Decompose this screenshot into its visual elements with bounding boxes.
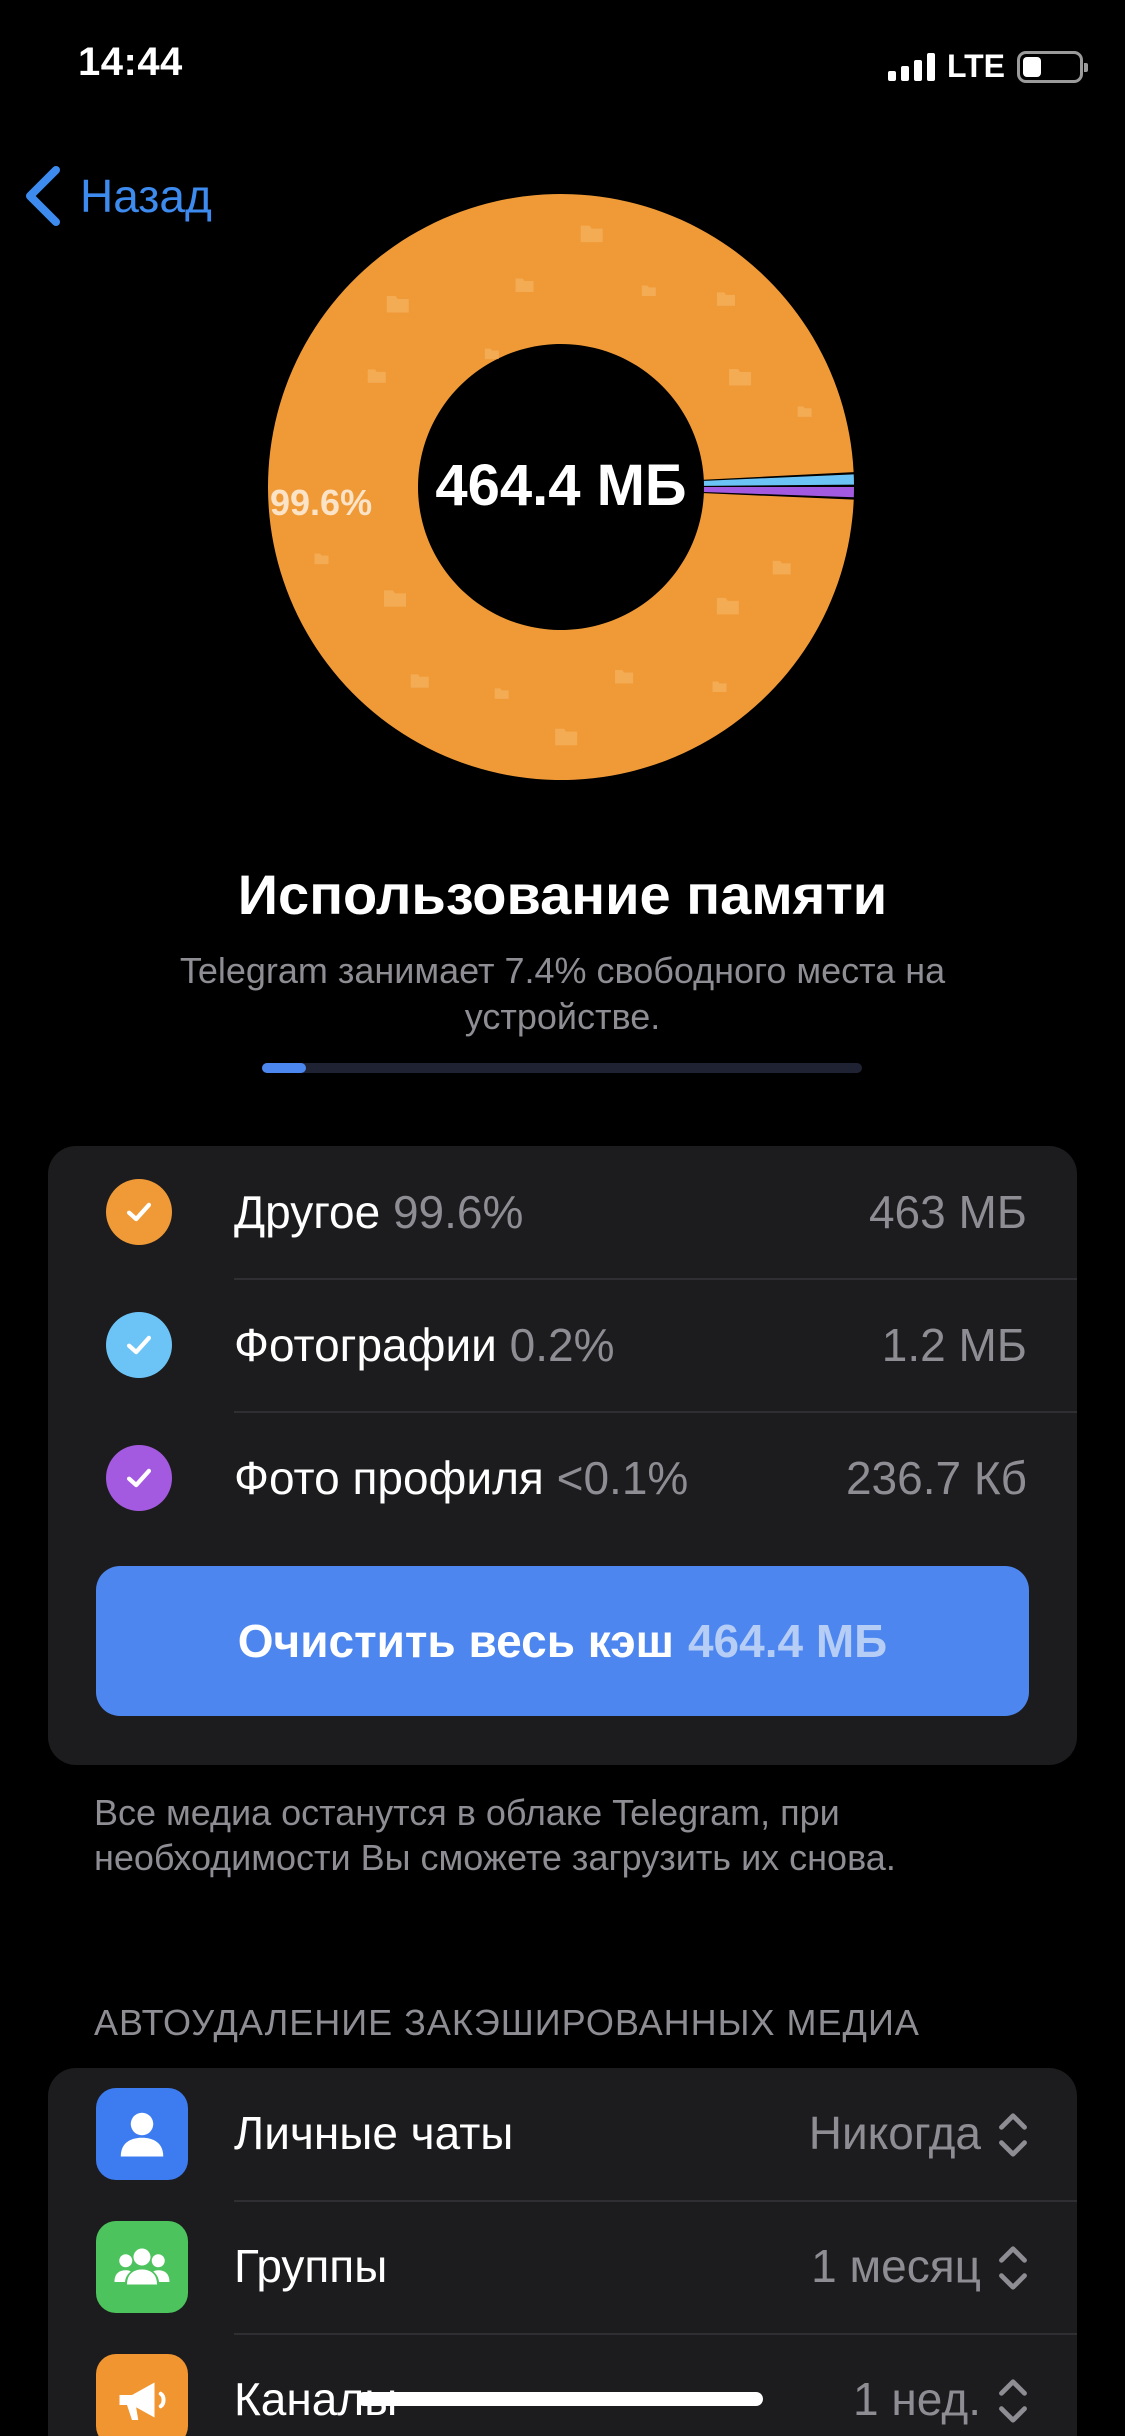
battery-icon <box>1017 50 1088 83</box>
auto-delete-row-channels[interactable]: Каналы 1 нед. <box>48 2334 1077 2436</box>
signal-icon <box>887 52 935 81</box>
auto-delete-row-private-chats[interactable]: Личные чаты Никогда <box>48 2068 1077 2200</box>
back-label: Назад <box>80 170 212 222</box>
auto-delete-row-label: Личные чаты <box>234 2107 514 2159</box>
page-subtitle: Telegram занимает 7.4% свободного места … <box>179 950 946 1037</box>
storage-row-label: Фото профиля <0.1% <box>234 1452 689 1504</box>
checkmark-icon[interactable] <box>106 1312 172 1378</box>
battery-level <box>1023 56 1042 77</box>
storage-row-label: Другое 99.6% <box>234 1186 524 1238</box>
chevron-updown-icon <box>999 2379 1027 2423</box>
storage-row-size: 463 МБ <box>868 1186 1027 1238</box>
usage-progress-bar <box>262 1063 862 1073</box>
donut-total-label: 464.4 МБ <box>435 453 687 518</box>
home-indicator[interactable] <box>357 2392 763 2406</box>
auto-delete-row-value: 1 нед. <box>853 2373 981 2425</box>
auto-delete-header: АВТОУДАЛЕНИЕ ЗАКЭШИРОВАННЫХ МЕДИА <box>94 2002 920 2043</box>
clear-cache-button[interactable]: Очистить весь кэш 464.4 МБ <box>96 1566 1029 1716</box>
status-indicators: LTE <box>887 48 1088 85</box>
auto-delete-row-label: Группы <box>234 2240 388 2292</box>
chevron-updown-icon <box>999 2113 1027 2157</box>
auto-delete-row-value: 1 месяц <box>811 2240 981 2292</box>
checkmark-icon[interactable] <box>106 1445 172 1511</box>
usage-progress-fill <box>262 1063 307 1073</box>
group-icon <box>96 2221 188 2313</box>
storage-row-photos[interactable]: Фотографии 0.2% 1.2 МБ <box>48 1279 1077 1411</box>
chevron-left-icon <box>26 166 60 226</box>
person-icon <box>96 2088 188 2180</box>
clear-cache-size: 464.4 МБ <box>687 1615 888 1667</box>
cache-note: Все медиа останутся в облаке Telegram, п… <box>94 1792 896 1878</box>
storage-row-label: Фотографии 0.2% <box>234 1319 615 1371</box>
auto-delete-row-value: Никогда <box>808 2107 981 2159</box>
status-time: 14:44 <box>78 40 183 84</box>
checkmark-icon[interactable] <box>106 1179 172 1245</box>
megaphone-icon <box>96 2354 188 2436</box>
storage-row-size: 1.2 МБ <box>881 1319 1027 1371</box>
storage-usage-screen: 14:44 LTE Назад 99.6% 464.4 МБ Использов… <box>0 0 1125 2436</box>
storage-row-other[interactable]: Другое 99.6% 463 МБ <box>48 1146 1077 1278</box>
clear-cache-label: Очистить весь кэш <box>237 1615 674 1667</box>
auto-delete-card: Личные чаты Никогда Группы 1 месяц Канал… <box>48 2068 1077 2436</box>
storage-donut-chart: 99.6% 464.4 МБ <box>258 184 864 790</box>
network-type: LTE <box>946 48 1005 84</box>
storage-row-size: 236.7 Кб <box>845 1452 1027 1504</box>
page-title: Использование памяти <box>237 863 888 926</box>
storage-categories-card: Другое 99.6% 463 МБ Фотографии 0.2% 1.2 … <box>48 1146 1077 1765</box>
storage-row-profile-photos[interactable]: Фото профиля <0.1% 236.7 Кб <box>48 1412 1077 1544</box>
chevron-updown-icon <box>999 2246 1027 2290</box>
auto-delete-row-groups[interactable]: Группы 1 месяц <box>48 2201 1077 2333</box>
back-button[interactable]: Назад <box>22 164 212 228</box>
